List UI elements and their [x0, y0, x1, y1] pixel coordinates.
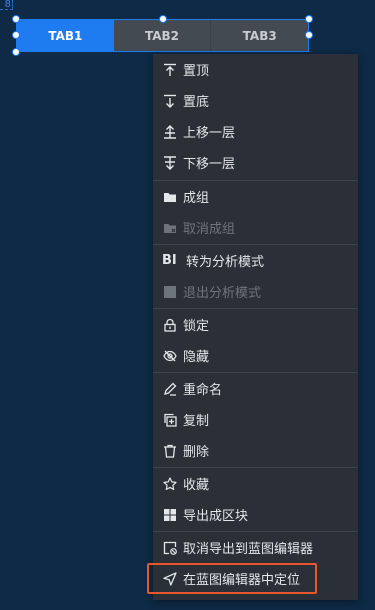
resize-handle-top-right[interactable]	[305, 15, 313, 23]
resize-handle-middle-left[interactable]	[12, 31, 20, 39]
menu-item-bring-to-front[interactable]: 置顶	[153, 54, 358, 85]
trash-icon	[163, 444, 177, 458]
menu-item-copy[interactable]: 复制	[153, 404, 358, 435]
menu-item-label: 置顶	[183, 64, 210, 79]
menu-item-hide[interactable]: 隐藏	[153, 340, 358, 371]
lock-icon	[163, 318, 177, 332]
tab-3[interactable]: TAB3	[211, 20, 309, 51]
move-up-layer-icon	[163, 124, 177, 139]
menu-item-label: 导出成区块	[183, 509, 249, 524]
menu-item-cancel-export-blueprint[interactable]: 取消导出到蓝图编辑器	[153, 532, 358, 563]
resize-handle-top-left[interactable]	[12, 15, 20, 23]
corner-marker: 8	[0, 0, 13, 10]
blocks-icon	[163, 508, 177, 522]
menu-item-locate-in-blueprint[interactable]: 在蓝图编辑器中定位	[153, 563, 358, 594]
menu-item-group[interactable]: 成组	[153, 181, 358, 212]
menu-item-favorite[interactable]: 收藏	[153, 468, 358, 499]
menu-item-label: 取消成组	[183, 222, 236, 237]
tab-2[interactable]: TAB2	[113, 20, 212, 51]
menu-item-send-to-back[interactable]: 置底	[153, 85, 358, 116]
menu-item-rename[interactable]: 重命名	[153, 373, 358, 404]
menu-item-label: 重命名	[183, 383, 223, 398]
pencil-icon	[163, 382, 177, 396]
menu-item-label: 成组	[183, 191, 210, 206]
menu-item-label: 锁定	[183, 319, 210, 334]
menu-item-label: 下移一层	[183, 157, 236, 172]
bring-to-front-icon	[163, 63, 177, 77]
cancel-export-icon	[163, 541, 177, 555]
menu-item-exit-analysis-mode: 退出分析模式	[153, 276, 358, 307]
menu-item-label: 转为分析模式	[186, 255, 265, 270]
folder-icon	[163, 190, 177, 204]
tab-1[interactable]: TAB1	[17, 20, 114, 51]
menu-item-delete[interactable]: 删除	[153, 435, 358, 466]
menu-item-lock[interactable]: 锁定	[153, 309, 358, 340]
copy-icon	[163, 413, 177, 427]
bi-icon: BI	[162, 253, 177, 268]
resize-handle-middle-right[interactable]	[305, 31, 313, 39]
menu-item-label: 置底	[183, 95, 210, 110]
move-down-layer-icon	[163, 155, 177, 170]
square-icon	[163, 285, 177, 299]
tab-component[interactable]: TAB1 TAB2 TAB3	[16, 19, 309, 52]
locate-arrow-icon	[163, 571, 177, 586]
menu-item-move-up-layer[interactable]: 上移一层	[153, 116, 358, 147]
eye-hidden-icon	[163, 349, 177, 363]
context-menu: 置顶 置底 上移一层 下移一层 成组 取消成组 BI 转为分析模式 退出分析模式…	[153, 54, 358, 600]
send-to-back-icon	[163, 94, 177, 108]
menu-item-ungroup: 取消成组	[153, 212, 358, 243]
editor-canvas: 8 TAB1 TAB2 TAB3 置顶 置底 上移一层 下移一层 成组 取消成组…	[0, 0, 375, 610]
menu-item-enter-analysis-mode[interactable]: BI 转为分析模式	[153, 245, 358, 276]
menu-item-label: 隐藏	[183, 350, 210, 365]
menu-item-export-as-block[interactable]: 导出成区块	[153, 499, 358, 530]
menu-item-label: 退出分析模式	[183, 286, 262, 301]
ungroup-folder-icon	[163, 221, 177, 235]
resize-handle-bottom-left[interactable]	[12, 48, 20, 56]
menu-item-label: 在蓝图编辑器中定位	[183, 573, 301, 588]
resize-handle-top-center[interactable]	[159, 15, 167, 23]
menu-item-move-down-layer[interactable]: 下移一层	[153, 147, 358, 178]
menu-item-label: 复制	[183, 414, 210, 429]
menu-item-label: 上移一层	[183, 126, 236, 141]
star-icon	[163, 476, 177, 491]
menu-item-label: 收藏	[183, 478, 210, 493]
menu-item-label: 删除	[183, 445, 210, 460]
menu-item-label: 取消导出到蓝图编辑器	[183, 542, 314, 557]
